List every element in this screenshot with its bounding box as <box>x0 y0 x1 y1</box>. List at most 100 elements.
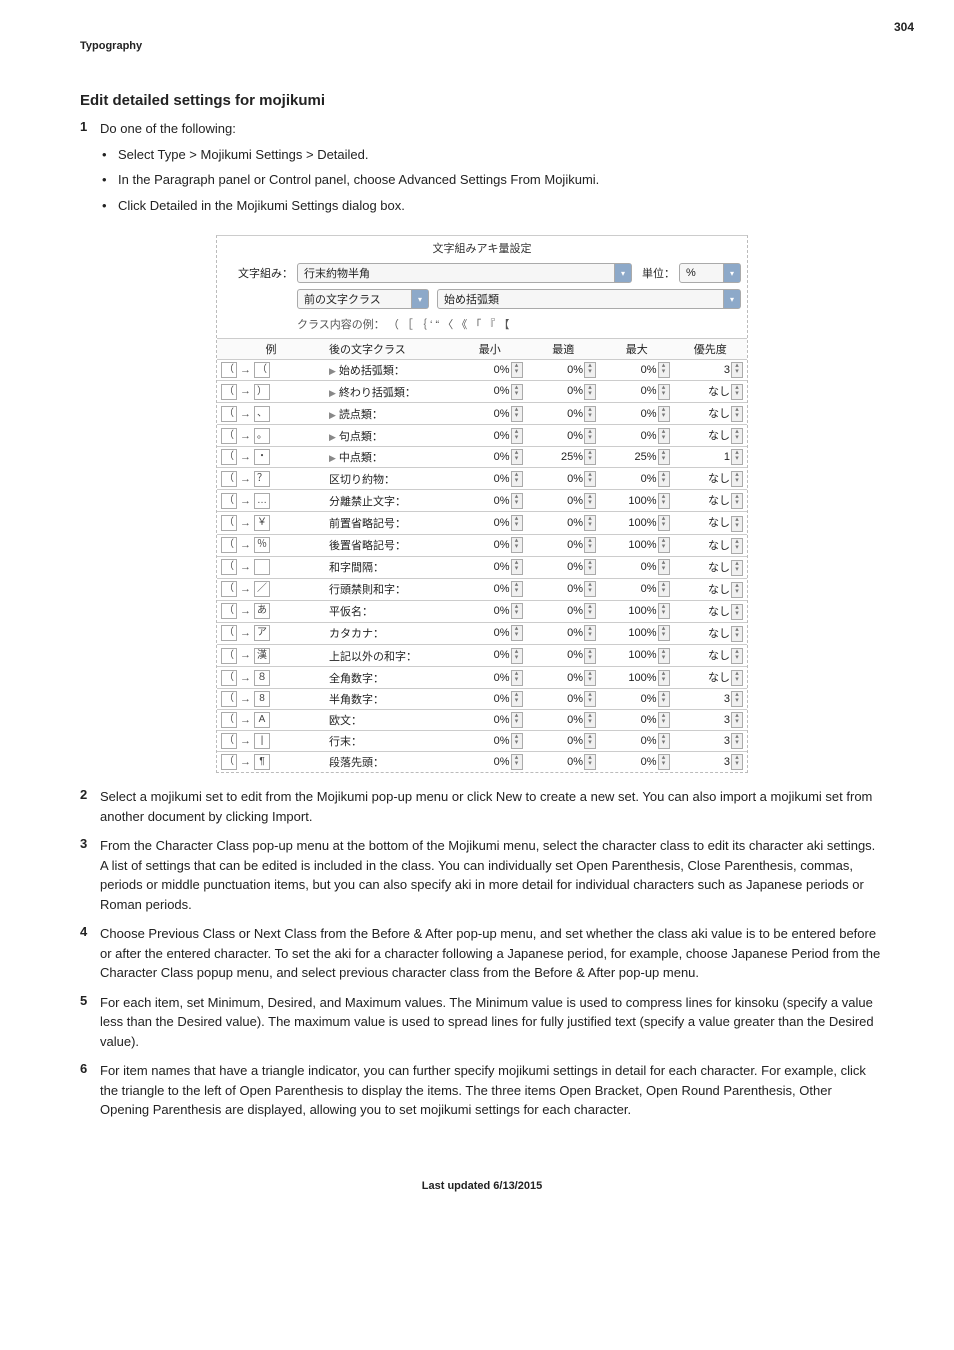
spinner-icon[interactable]: ▴▾ <box>658 537 670 553</box>
spinner-icon[interactable]: ▴▾ <box>658 471 670 487</box>
spinner-icon[interactable]: ▴▾ <box>511 648 523 664</box>
spinner-icon[interactable]: ▴▾ <box>731 538 743 554</box>
step1-bullet: In the Paragraph panel or Control panel,… <box>100 170 884 190</box>
spinner-icon[interactable]: ▴▾ <box>511 449 523 465</box>
spinner-icon[interactable]: ▴▾ <box>731 362 743 378</box>
spinner-icon[interactable]: ▴▾ <box>731 449 743 465</box>
prev-class-dropdown[interactable]: 前の文字クラス ▾ <box>297 289 429 309</box>
table-row: （→アカタカナ：0%▴▾0%▴▾100%▴▾なし▴▾ <box>217 622 747 644</box>
spinner-icon[interactable]: ▴▾ <box>731 712 743 728</box>
spinner-icon[interactable]: ▴▾ <box>511 733 523 749</box>
spinner-icon[interactable]: ▴▾ <box>584 471 596 487</box>
spinner-icon[interactable]: ▴▾ <box>511 625 523 641</box>
spinner-icon[interactable]: ▴▾ <box>511 471 523 487</box>
mojikumi-set-dropdown[interactable]: 行末約物半角 ▾ <box>297 263 632 283</box>
spinner-icon[interactable]: ▴▾ <box>658 754 670 770</box>
mojikumi-table: 例 後の文字クラス 最小 最適 最大 優先度 （→（▶始め括弧類：0%▴▾0%▴… <box>217 338 747 772</box>
spinner-icon[interactable]: ▴▾ <box>511 493 523 509</box>
spinner-icon[interactable]: ▴▾ <box>584 362 596 378</box>
spinner-icon[interactable]: ▴▾ <box>584 670 596 686</box>
spinner-icon[interactable]: ▴▾ <box>511 406 523 422</box>
spinner-icon[interactable]: ▴▾ <box>731 626 743 642</box>
spinner-icon[interactable]: ▴▾ <box>658 493 670 509</box>
spinner-icon[interactable]: ▴▾ <box>731 691 743 707</box>
spinner-icon[interactable]: ▴▾ <box>511 559 523 575</box>
spinner-icon[interactable]: ▴▾ <box>731 384 743 400</box>
spinner-icon[interactable]: ▴▾ <box>731 493 743 509</box>
spinner-icon[interactable]: ▴▾ <box>731 754 743 770</box>
spinner-icon[interactable]: ▴▾ <box>731 670 743 686</box>
triangle-icon[interactable]: ▶ <box>329 453 336 464</box>
table-row: （→ 和字間隔：0%▴▾0%▴▾0%▴▾なし▴▾ <box>217 556 747 578</box>
col-next-class: 後の文字クラス <box>325 339 453 360</box>
page-number: 304 <box>894 20 914 34</box>
spinner-icon[interactable]: ▴▾ <box>658 581 670 597</box>
spinner-icon[interactable]: ▴▾ <box>511 384 523 400</box>
spinner-icon[interactable]: ▴▾ <box>658 428 670 444</box>
triangle-icon[interactable]: ▶ <box>329 366 336 377</box>
spinner-icon[interactable]: ▴▾ <box>731 648 743 664</box>
spinner-icon[interactable]: ▴▾ <box>731 471 743 487</box>
spinner-icon[interactable]: ▴▾ <box>731 582 743 598</box>
table-row: （→／行頭禁則和字：0%▴▾0%▴▾0%▴▾なし▴▾ <box>217 578 747 600</box>
spinner-icon[interactable]: ▴▾ <box>658 384 670 400</box>
spinner-icon[interactable]: ▴▾ <box>658 648 670 664</box>
spinner-icon[interactable]: ▴▾ <box>658 691 670 707</box>
footer-date: Last updated 6/13/2015 <box>80 1180 884 1192</box>
spinner-icon[interactable]: ▴▾ <box>511 537 523 553</box>
spinner-icon[interactable]: ▴▾ <box>584 625 596 641</box>
spinner-icon[interactable]: ▴▾ <box>658 515 670 531</box>
step5-text: For each item, set Minimum, Desired, and… <box>100 993 884 1052</box>
spinner-icon[interactable]: ▴▾ <box>511 670 523 686</box>
start-class-dropdown[interactable]: 始め括弧類 ▾ <box>437 289 741 309</box>
table-row: （→8半角数字：0%▴▾0%▴▾0%▴▾3▴▾ <box>217 689 747 710</box>
spinner-icon[interactable]: ▴▾ <box>658 625 670 641</box>
triangle-icon[interactable]: ▶ <box>329 432 336 443</box>
spinner-icon[interactable]: ▴▾ <box>584 449 596 465</box>
spinner-icon[interactable]: ▴▾ <box>584 515 596 531</box>
spinner-icon[interactable]: ▴▾ <box>731 604 743 620</box>
spinner-icon[interactable]: ▴▾ <box>658 362 670 378</box>
spinner-icon[interactable]: ▴▾ <box>584 581 596 597</box>
triangle-icon[interactable]: ▶ <box>329 410 336 421</box>
spinner-icon[interactable]: ▴▾ <box>511 691 523 707</box>
table-row: （→・▶中点類：0%▴▾25%▴▾25%▴▾1▴▾ <box>217 447 747 468</box>
spinner-icon[interactable]: ▴▾ <box>584 648 596 664</box>
spinner-icon[interactable]: ▴▾ <box>584 691 596 707</box>
spinner-icon[interactable]: ▴▾ <box>731 428 743 444</box>
spinner-icon[interactable]: ▴▾ <box>658 603 670 619</box>
mojikumi-dialog: 文字組みアキ量設定 文字組み： 行末約物半角 ▾ 単位： % ▾ 前の文字クラス… <box>216 235 748 773</box>
spinner-icon[interactable]: ▴▾ <box>511 362 523 378</box>
spinner-icon[interactable]: ▴▾ <box>731 516 743 532</box>
mojikumi-set-label: 文字組み： <box>223 265 297 281</box>
unit-dropdown[interactable]: % ▾ <box>679 263 741 283</box>
spinner-icon[interactable]: ▴▾ <box>658 449 670 465</box>
spinner-icon[interactable]: ▴▾ <box>731 406 743 422</box>
spinner-icon[interactable]: ▴▾ <box>658 406 670 422</box>
spinner-icon[interactable]: ▴▾ <box>511 515 523 531</box>
spinner-icon[interactable]: ▴▾ <box>584 559 596 575</box>
spinner-icon[interactable]: ▴▾ <box>511 754 523 770</box>
step-num: 5 <box>80 993 100 1052</box>
spinner-icon[interactable]: ▴▾ <box>584 428 596 444</box>
spinner-icon[interactable]: ▴▾ <box>658 712 670 728</box>
spinner-icon[interactable]: ▴▾ <box>731 560 743 576</box>
spinner-icon[interactable]: ▴▾ <box>511 428 523 444</box>
spinner-icon[interactable]: ▴▾ <box>511 603 523 619</box>
spinner-icon[interactable]: ▴▾ <box>658 733 670 749</box>
spinner-icon[interactable]: ▴▾ <box>584 493 596 509</box>
spinner-icon[interactable]: ▴▾ <box>658 670 670 686</box>
spinner-icon[interactable]: ▴▾ <box>511 581 523 597</box>
spinner-icon[interactable]: ▴▾ <box>658 559 670 575</box>
spinner-icon[interactable]: ▴▾ <box>584 406 596 422</box>
spinner-icon[interactable]: ▴▾ <box>731 733 743 749</box>
col-opt: 最適 <box>527 339 601 360</box>
triangle-icon[interactable]: ▶ <box>329 388 336 399</box>
spinner-icon[interactable]: ▴▾ <box>584 603 596 619</box>
spinner-icon[interactable]: ▴▾ <box>584 537 596 553</box>
spinner-icon[interactable]: ▴▾ <box>584 712 596 728</box>
spinner-icon[interactable]: ▴▾ <box>584 733 596 749</box>
spinner-icon[interactable]: ▴▾ <box>511 712 523 728</box>
spinner-icon[interactable]: ▴▾ <box>584 384 596 400</box>
spinner-icon[interactable]: ▴▾ <box>584 754 596 770</box>
